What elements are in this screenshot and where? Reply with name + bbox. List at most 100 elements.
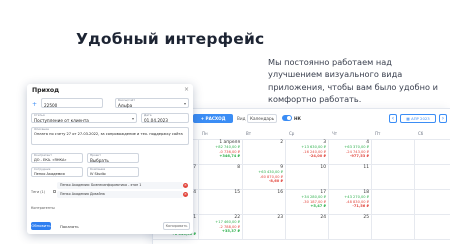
calendar-day-cell[interactable] (415, 140, 450, 165)
remove-tag-icon[interactable]: × (183, 183, 188, 188)
company-select[interactable]: Компания IV Studio (87, 167, 139, 177)
calendar-day-cell[interactable]: 10 (286, 165, 329, 190)
calendar-app-window: + РАСХОД Вид Календарь НК ‹ ▦ АПР 2023 ›… (152, 108, 450, 244)
calendar-day-cell[interactable] (372, 190, 415, 215)
calendar-day-cell[interactable]: 8 (199, 165, 243, 190)
cancel-button[interactable]: Показать (60, 224, 79, 229)
tags-checkbox[interactable] (53, 190, 56, 193)
calendar-day-cell[interactable]: 1 апреля +82 740,00 ₽ -0 736,00 ₽ +346,74 ₽ (199, 140, 243, 165)
weekday-label: Ср (289, 131, 295, 136)
headline: Удобный интерфейс (76, 30, 265, 48)
chevron-down-icon: ▾ (131, 116, 134, 121)
amount-line: -71,56 ₽ (352, 203, 369, 208)
project-value: Выбрать (90, 157, 109, 163)
weekday-label: Чт (332, 131, 338, 136)
chevron-down-icon: ▾ (183, 101, 186, 106)
calendar-day-cell[interactable]: 15 (199, 190, 243, 215)
amount-value: 22500 (44, 102, 58, 108)
remove-tag-icon[interactable]: × (183, 192, 188, 197)
day-number: 23 (277, 215, 283, 220)
amount-line: +35,37 ₽ (221, 228, 240, 233)
date-label: Дата (144, 113, 152, 117)
calendar-day-cell[interactable] (372, 215, 415, 240)
calendar-day-cell[interactable]: 11 (329, 165, 372, 190)
calendar-day-cell[interactable]: 9 +63 430,00 ₽ -60 870,00 ₽ -8,60 ₽ (243, 165, 286, 190)
calendar-day-cell[interactable] (415, 190, 450, 215)
day-number: 11 (363, 165, 369, 170)
counterparty-value: ДО - ЕКА. «ЯНКА» (34, 157, 67, 162)
view-select-value: Календарь (250, 116, 275, 121)
account-select[interactable]: Кассы/счёт Альфа ▾ (115, 98, 189, 108)
view-label: Вид (237, 116, 246, 121)
comment-value: Оплата по счету 27 от 27.03.2022, за соп… (34, 131, 183, 136)
article-select[interactable]: Статья Поступление от клиента ▾ (31, 113, 137, 123)
calendar-day-cell[interactable]: 4 +63 370,00 ₽ -24 743,00 ₽ -977,53 ₽ (329, 140, 372, 165)
description: Мы постоянно работаем над улучшением виз… (268, 57, 438, 105)
comment-field[interactable]: Описание Оплата по счету 27 от 27.03.202… (31, 127, 189, 145)
employee-value: Пенко Академия (34, 171, 65, 176)
view-select[interactable]: Календарь (247, 114, 277, 123)
tags-label: Теги (1) (31, 190, 46, 194)
day-number: 10 (320, 165, 326, 170)
employee-label: Сотрудник (34, 167, 51, 171)
amount-line: -8,60 ₽ (268, 178, 283, 183)
weekday-label: Пн (202, 131, 208, 136)
modal-title: Приход (32, 87, 60, 94)
company-value: IV Studio (90, 171, 106, 176)
amount-field[interactable]: 22500 (41, 98, 103, 108)
contractors-label: Контрагенты (31, 206, 55, 210)
project-select[interactable]: Проект Выбрать (87, 153, 139, 163)
account-label: Кассы/счёт (118, 98, 136, 102)
day-number: 24 (320, 215, 326, 220)
day-number: 8 (237, 165, 240, 170)
calendar-day-cell[interactable]: 2 (243, 140, 286, 165)
counterparty-select[interactable]: Контрагент ДО - ЕКА. «ЯНКА» (31, 153, 83, 163)
month-picker-button[interactable]: ▦ АПР 2023 (400, 114, 436, 123)
calendar-day-cell[interactable]: 16 (243, 190, 286, 215)
calendar-day-cell[interactable]: 3 +13 630,00 ₽ -16 240,00 ₽ -24,00 ₽ (286, 140, 329, 165)
calendar-day-cell[interactable]: 25 (329, 215, 372, 240)
date-value: 01.04.2023 (144, 117, 168, 123)
amount-line: +5,47 ₽ (310, 203, 326, 208)
add-expense-button[interactable]: + РАСХОД (193, 114, 233, 123)
counterparty-label: Контрагент (34, 153, 52, 157)
calendar-day-cell[interactable] (372, 140, 415, 165)
toolbar: + РАСХОД Вид Календарь НК ‹ ▦ АПР 2023 › (153, 109, 450, 129)
project-label: Проект (90, 153, 101, 157)
copy-button[interactable]: Копировать (163, 222, 190, 230)
account-value: Альфа (118, 102, 133, 108)
weekday-header: Пн Вт Ср Чт Пт Сб (153, 131, 450, 139)
calendar-day-cell[interactable]: 24 (286, 215, 329, 240)
nk-toggle[interactable] (282, 115, 292, 121)
calendar-day-cell[interactable] (415, 215, 450, 240)
day-number: 2 (280, 140, 283, 145)
chevron-right-icon[interactable]: › (439, 114, 447, 123)
tag-item: Пенко Академия Дизайна (57, 191, 183, 198)
calendar-day-cell[interactable]: 18 +43 270,00 ₽ -48 830,00 ₽ -71,56 ₽ (329, 190, 372, 215)
calendar-grid: 1 апреля +82 740,00 ₽ -0 736,00 ₽ +346,74 ₽… (153, 139, 450, 240)
weekday-label: Сб (418, 131, 424, 136)
amount-line: -24,00 ₽ (309, 153, 326, 158)
calendar-day-cell[interactable]: 22 +17 460,00 ₽ -2 788,00 ₽ +35,37 ₽ (199, 215, 243, 240)
save-button[interactable]: Обновить (31, 222, 51, 230)
calendar-day-cell[interactable] (415, 165, 450, 190)
date-field[interactable]: Дата 01.04.2023 (141, 113, 189, 123)
close-icon[interactable]: × (184, 86, 189, 93)
day-number: 16 (277, 190, 283, 195)
calendar-day-cell[interactable]: 23 (243, 215, 286, 240)
calendar-day-cell[interactable] (372, 165, 415, 190)
income-modal: Приход × + 22500 Кассы/счёт Альфа ▾ Стат… (27, 84, 193, 234)
tag-item: Пенко Академия: Бизнесинформатика - этап… (57, 182, 183, 189)
weekday-label: Вт (246, 131, 252, 136)
weekday-label: Пт (375, 131, 381, 136)
article-label: Статья (34, 113, 45, 117)
amount-line: -977,53 ₽ (349, 153, 369, 158)
day-number: 25 (363, 215, 369, 220)
day-number: 15 (234, 190, 240, 195)
employee-select[interactable]: Сотрудник Пенко Академия (31, 167, 83, 177)
chevron-left-icon[interactable]: ‹ (389, 114, 397, 123)
article-value: Поступление от клиента (34, 117, 89, 123)
comment-label: Описание (34, 127, 49, 131)
company-label: Компания (90, 167, 106, 171)
calendar-day-cell[interactable]: 17 +34 280,00 ₽ -30 187,00 ₽ +5,47 ₽ (286, 190, 329, 215)
